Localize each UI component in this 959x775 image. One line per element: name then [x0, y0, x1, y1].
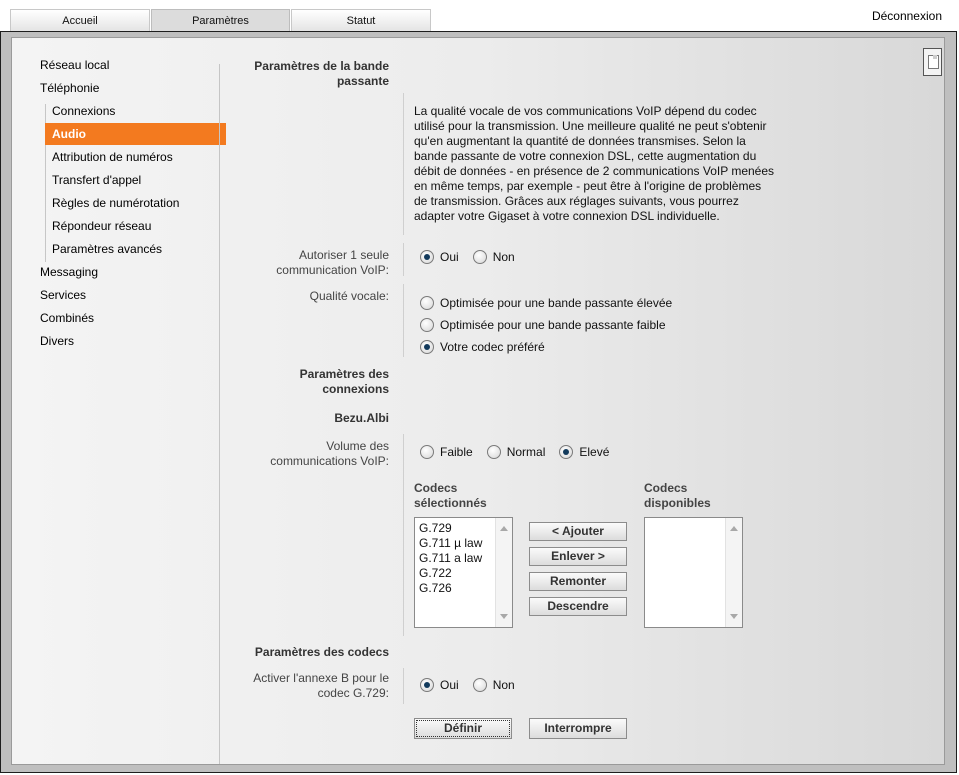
tab-statut[interactable]: Statut — [291, 9, 431, 31]
scroll-down-icon[interactable] — [500, 614, 508, 619]
tab-parametres[interactable]: Paramètres — [151, 9, 290, 31]
voice-quality-label: Qualité vocale: — [309, 289, 389, 303]
call-volume-radios: Faible Normal Elevé — [420, 445, 623, 459]
volume-eleve-radio[interactable] — [559, 445, 574, 459]
codec-list-item[interactable]: G.711 µ law — [419, 536, 482, 551]
nav-item-divers[interactable]: Divers — [40, 334, 74, 348]
voice-quality-high-label: Optimisée pour une bande passante élevée — [440, 296, 673, 310]
move-up-codec-button[interactable]: Remonter — [529, 572, 627, 591]
annex-b-label: Activer l'annexe B pour le codec G.729: — [253, 671, 389, 700]
voice-quality-option-low: Optimisée pour une bande passante faible — [420, 318, 666, 332]
nav-item-parametres-avances[interactable]: Paramètres avancés — [52, 242, 162, 256]
nav-item-combines[interactable]: Combinés — [40, 311, 94, 325]
annex-b-oui-radio[interactable] — [420, 678, 434, 692]
nav-item-audio[interactable]: Audio — [45, 123, 226, 145]
codec-list-item[interactable]: G.711 a law — [419, 551, 482, 566]
selected-codecs-scrollbar[interactable] — [495, 518, 512, 627]
cancel-button[interactable]: Interrompre — [529, 718, 627, 739]
selected-codecs-header: Codecs sélectionnés — [414, 481, 487, 510]
volume-normal-label: Normal — [506, 445, 546, 459]
volume-eleve-label: Elevé — [579, 445, 610, 459]
voice-quality-preferred-radio[interactable] — [420, 340, 434, 354]
bandwidth-description: La qualité vocale de vos communications … — [414, 104, 775, 223]
allow-single-call-radios: Oui Non — [420, 250, 529, 264]
logout-link[interactable]: Déconnexion — [872, 9, 942, 23]
tab-accueil[interactable]: Accueil — [10, 9, 150, 31]
scroll-down-icon[interactable] — [730, 614, 738, 619]
codecs-section-header: Paramètres des codecs — [254, 645, 389, 659]
allow-single-non-label: Non — [492, 250, 515, 264]
nav-item-connexions[interactable]: Connexions — [52, 104, 115, 118]
voice-quality-preferred-label: Votre codec préféré — [440, 340, 545, 354]
content-panel: Réseau local Téléphonie Connexions Audio… — [11, 37, 945, 765]
nav-item-transfert-appel[interactable]: Transfert d'appel — [52, 173, 141, 187]
nav-item-attribution-numeros[interactable]: Attribution de numéros — [52, 150, 173, 164]
nav-item-reseau-local[interactable]: Réseau local — [40, 58, 109, 72]
codec-list-item[interactable]: G.729 — [419, 521, 482, 536]
selected-codecs-list[interactable]: G.729 G.711 µ law G.711 a law G.722 G.72… — [414, 517, 513, 628]
remove-codec-button[interactable]: Enlever > — [529, 547, 627, 566]
nav-item-telephonie[interactable]: Téléphonie — [40, 81, 99, 95]
nav-item-repondeur-reseau[interactable]: Répondeur réseau — [52, 219, 151, 233]
available-codecs-scrollbar[interactable] — [725, 518, 742, 627]
help-page-icon[interactable] — [923, 48, 942, 76]
move-down-codec-button[interactable]: Descendre — [529, 597, 627, 616]
call-volume-label: Volume des communications VoIP: — [270, 439, 389, 468]
allow-single-oui-label: Oui — [440, 250, 459, 264]
bandwidth-section-header: Paramètres de la bande passante — [254, 59, 389, 88]
volume-faible-label: Faible — [440, 445, 473, 459]
main-frame: Réseau local Téléphonie Connexions Audio… — [0, 31, 957, 773]
nav-item-services[interactable]: Services — [40, 288, 86, 302]
voice-quality-option-high: Optimisée pour une bande passante élevée — [420, 296, 672, 310]
annex-b-oui-label: Oui — [440, 678, 459, 692]
scroll-up-icon[interactable] — [730, 526, 738, 531]
top-tab-bar: Accueil Paramètres Statut Déconnexion — [0, 0, 959, 31]
connections-section-header: Paramètres des connexions — [299, 367, 389, 396]
voice-quality-high-radio[interactable] — [420, 296, 434, 310]
annex-b-non-radio[interactable] — [472, 678, 487, 692]
scroll-up-icon[interactable] — [500, 526, 508, 531]
volume-normal-radio[interactable] — [486, 445, 501, 459]
account-name: Bezu.Albi — [334, 411, 389, 425]
allow-single-oui-radio[interactable] — [420, 250, 434, 264]
allow-single-call-label: Autoriser 1 seule communication VoIP: — [276, 248, 389, 277]
nav-item-messaging[interactable]: Messaging — [40, 265, 98, 279]
codec-list-item[interactable]: G.722 — [419, 566, 482, 581]
available-codecs-list[interactable] — [644, 517, 743, 628]
voice-quality-low-radio[interactable] — [420, 318, 434, 332]
annex-b-non-label: Non — [492, 678, 515, 692]
annex-b-radios: Oui Non — [420, 678, 529, 692]
add-codec-button[interactable]: < Ajouter — [529, 522, 627, 541]
available-codecs-header: Codecs disponibles — [644, 481, 711, 510]
voice-quality-option-preferred: Votre codec préféré — [420, 340, 545, 354]
voice-quality-low-label: Optimisée pour une bande passante faible — [440, 318, 666, 332]
codec-list-item[interactable]: G.726 — [419, 581, 482, 596]
define-button[interactable]: Définir — [414, 718, 512, 739]
nav-item-regles-numerotation[interactable]: Règles de numérotation — [52, 196, 179, 210]
nav-separator — [219, 64, 220, 764]
allow-single-non-radio[interactable] — [472, 250, 487, 264]
volume-faible-radio[interactable] — [420, 445, 434, 459]
